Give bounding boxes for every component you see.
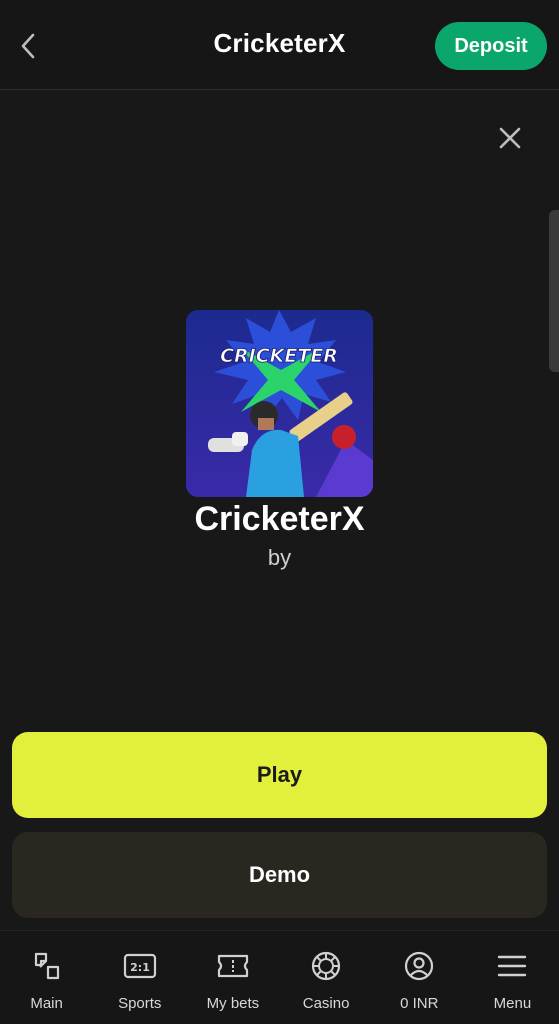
nav-label-sports: Sports [118, 995, 162, 1012]
main-icon [30, 949, 64, 983]
nav-item-casino[interactable]: Casino [280, 931, 373, 1024]
nav-item-my-bets[interactable]: My bets [186, 931, 279, 1024]
nav-label-main: Main [30, 995, 63, 1012]
nav-item-main[interactable]: Main [0, 931, 93, 1024]
close-button[interactable] [490, 118, 530, 158]
scrollbar-handle[interactable] [549, 210, 559, 372]
ticket-icon [216, 949, 250, 983]
nav-label-balance: 0 INR [400, 995, 439, 1012]
nav-label-menu: Menu [493, 995, 532, 1012]
menu-icon [495, 949, 529, 983]
game-title: CricketerX [194, 500, 365, 538]
nav-item-sports[interactable]: 2:1 Sports [93, 931, 186, 1024]
nav-label-casino: Casino [302, 995, 350, 1012]
account-icon [402, 949, 436, 983]
game-thumbnail: CRICKETER [186, 310, 373, 497]
game-logo-text: CRICKETER [220, 345, 338, 367]
sports-icon-badge: 2:1 [130, 961, 150, 974]
deposit-button[interactable]: Deposit [435, 22, 547, 70]
sports-icon: 2:1 [123, 949, 157, 983]
demo-button[interactable]: Demo [12, 832, 547, 918]
close-icon [499, 127, 521, 149]
game-provider-label: by [267, 545, 292, 570]
nav-label-my-bets: My bets [206, 995, 260, 1012]
casino-chip-icon [309, 949, 343, 983]
play-button[interactable]: Play [12, 732, 547, 818]
nav-item-account[interactable]: 0 INR [373, 931, 466, 1024]
bottom-navigation: Main 2:1 Sports My bets Casino 0 INR Men… [0, 930, 559, 1024]
nav-item-menu[interactable]: Menu [466, 931, 559, 1024]
top-bar: CricketerX Deposit [0, 0, 559, 90]
